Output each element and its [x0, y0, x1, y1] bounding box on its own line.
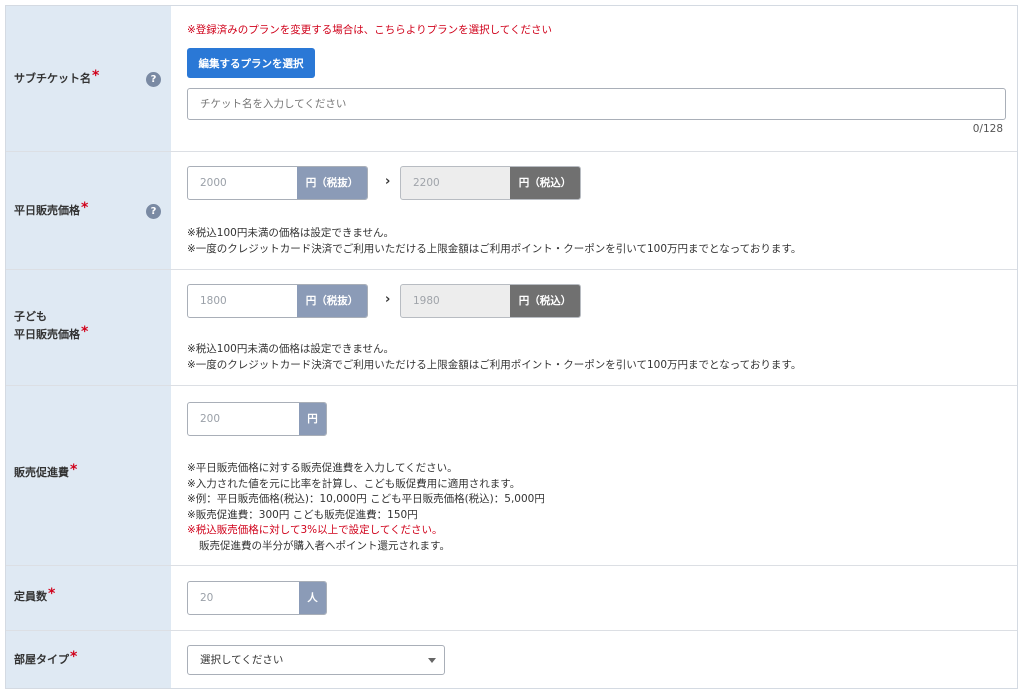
label-cell: 平日販売価格* ?: [6, 152, 171, 269]
tax-incl-unit: 円（税込）: [510, 285, 580, 317]
label-cell: 子ども 平日販売価格*: [6, 270, 171, 385]
chevron-right-icon: ›: [385, 292, 391, 307]
row-child-price: 子ども 平日販売価格* 1800 円（税抜） › 1980 円（税込） ※税込1…: [6, 270, 1017, 386]
subticket-name-input[interactable]: [187, 88, 1006, 120]
required-mark: *: [70, 649, 78, 665]
child-price-content: 1800 円（税抜） › 1980 円（税込） ※税込100円未満の価格は設定で…: [171, 270, 1017, 385]
weekday-price-incl-value: 2200: [413, 177, 440, 189]
tax-incl-unit: 円（税込）: [510, 167, 580, 199]
weekday-price-label: 平日販売価格*: [14, 200, 89, 217]
child-price-excl-input[interactable]: 1800: [188, 285, 297, 317]
caret-down-icon: [428, 658, 436, 663]
child-price-incl-group: 1980 円（税込）: [400, 284, 581, 318]
chevron-right-icon: ›: [385, 174, 391, 189]
promo-fee-content: 200 円 ※平日販売価格に対する販売促進費を入力してください。 ※入力された値…: [171, 386, 1017, 565]
child-price-excl-group[interactable]: 1800 円（税抜）: [187, 284, 368, 318]
required-mark: *: [48, 586, 56, 602]
required-mark: *: [81, 200, 89, 216]
required-mark: *: [92, 68, 100, 84]
promo-fee-point-note: 販売促進費の半分が購入者へポイント還元されます。: [199, 539, 450, 552]
required-mark: *: [70, 462, 78, 478]
question-circle-icon[interactable]: ?: [146, 204, 161, 219]
child-price-label: 子ども: [14, 310, 47, 323]
capacity-input[interactable]: 20: [188, 582, 299, 614]
weekday-price-notes: ※税込100円未満の価格は設定できません。 ※一度のクレジットカード決済でご利用…: [187, 227, 802, 255]
room-type-content: 選択してください: [171, 631, 1017, 688]
select-plan-button[interactable]: 編集するプランを選択: [187, 48, 315, 78]
promo-fee-notes: ※平日販売価格に対する販売促進費を入力してください。 ※入力された値を元に比率を…: [187, 461, 545, 554]
capacity-content: 20 人: [171, 566, 1017, 630]
ticket-form: サブチケット名* ? ※登録済みのプランを変更する場合は、こちらよりプランを選択…: [5, 5, 1018, 689]
promo-fee-input[interactable]: 200: [188, 403, 299, 435]
promo-fee-warning: ※税込販売価格に対して3%以上で設定してください。: [187, 524, 443, 536]
label-cell: サブチケット名* ?: [6, 6, 171, 151]
person-unit: 人: [299, 582, 326, 614]
room-type-select[interactable]: 選択してください: [187, 645, 445, 675]
tax-excl-unit: 円（税抜）: [297, 167, 367, 199]
row-room-type: 部屋タイプ* 選択してください: [6, 631, 1017, 688]
subticket-content: ※登録済みのプランを変更する場合は、こちらよりプランを選択してください 編集する…: [171, 6, 1017, 151]
promo-fee-label: 販売促進費*: [14, 462, 78, 479]
required-mark: *: [81, 324, 89, 340]
child-price-label-line2: 平日販売価格*: [14, 324, 89, 341]
label-cell: 部屋タイプ*: [6, 631, 171, 688]
row-subticket-name: サブチケット名* ? ※登録済みのプランを変更する場合は、こちらよりプランを選択…: [6, 6, 1017, 152]
weekday-price-incl-group: 2200 円（税込）: [400, 166, 581, 200]
capacity-group[interactable]: 20 人: [187, 581, 327, 615]
tax-excl-unit: 円（税抜）: [297, 285, 367, 317]
subticket-label: サブチケット名*: [14, 68, 100, 85]
yen-unit: 円: [299, 403, 326, 435]
promo-fee-group[interactable]: 200 円: [187, 402, 327, 436]
weekday-price-excl-input[interactable]: 2000: [188, 167, 297, 199]
room-type-selected: 選択してください: [200, 654, 284, 666]
char-counter: 0/128: [972, 123, 1003, 135]
room-type-label: 部屋タイプ*: [14, 649, 78, 666]
label-cell: 定員数*: [6, 566, 171, 630]
row-capacity: 定員数* 20 人: [6, 566, 1017, 631]
weekday-price-content: 2000 円（税抜） › 2200 円（税込） ※税込100円未満の価格は設定で…: [171, 152, 1017, 269]
plan-change-note: ※登録済みのプランを変更する場合は、こちらよりプランを選択してください: [187, 24, 552, 36]
child-price-notes: ※税込100円未満の価格は設定できません。 ※一度のクレジットカード決済でご利用…: [187, 343, 802, 371]
capacity-label: 定員数*: [14, 586, 56, 603]
row-weekday-price: 平日販売価格* ? 2000 円（税抜） › 2200 円（税込） ※税込100…: [6, 152, 1017, 270]
label-cell: 販売促進費*: [6, 386, 171, 565]
weekday-price-excl-group[interactable]: 2000 円（税抜）: [187, 166, 368, 200]
question-circle-icon[interactable]: ?: [146, 72, 161, 87]
row-promo-fee: 販売促進費* 200 円 ※平日販売価格に対する販売促進費を入力してください。 …: [6, 386, 1017, 566]
child-price-incl-value: 1980: [413, 295, 440, 307]
